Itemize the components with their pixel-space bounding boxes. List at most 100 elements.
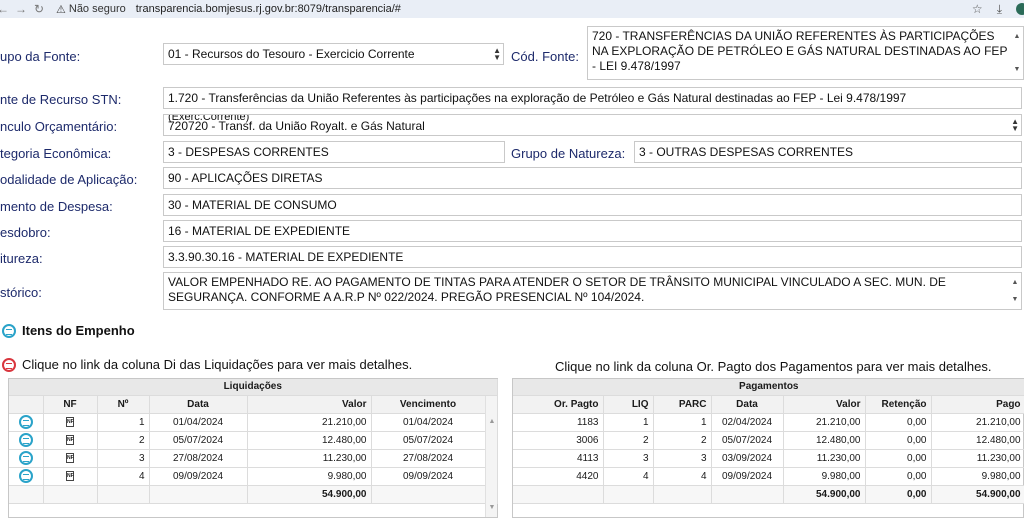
table-row: NF 2 05/07/2024 12.480,00 05/07/2024	[9, 431, 498, 450]
download-icon[interactable]: ⤓	[997, 2, 1002, 17]
elemento-value: 30 - MATERIAL DE CONSUMO	[168, 198, 337, 212]
itens-empenho-header[interactable]: Itens do Empenho	[2, 323, 135, 338]
pagamentos-table: Pagamentos Or. Pagto LIQ PARC Data Valor…	[512, 378, 1024, 518]
table-row: 4113 3 3 03/09/2024 11.230,00 0,00 11.23…	[513, 449, 1024, 468]
security-label: Não seguro	[68, 3, 126, 15]
nota-fiscal-icon[interactable]: NF	[66, 452, 74, 463]
cell-data: 09/09/2024	[711, 467, 784, 486]
col-vencimento[interactable]: Vencimento	[371, 395, 486, 414]
browser-actions: ☆ ⤓	[972, 0, 1024, 18]
cell-data: 03/09/2024	[711, 449, 784, 468]
scroll-down-icon[interactable]: ▼	[486, 504, 498, 511]
cell-valor: 9.980,00	[783, 467, 866, 486]
nota-fiscal-icon[interactable]: NF	[66, 416, 74, 427]
historico-textarea[interactable]: VALOR EMPENHADO RE. AO PAGAMENTO DE TINT…	[163, 272, 1022, 310]
col-data[interactable]: Data	[149, 395, 248, 414]
vinculo-select[interactable]: (Exerc.Corrente) 720720 - Transf. da Uni…	[163, 114, 1022, 136]
categoria-value: 3 - DESPESAS CORRENTES	[168, 145, 329, 159]
tipo-fonte-label: upo da Fonte:	[0, 49, 81, 64]
grupo-natureza-label: Grupo de Natureza:	[511, 146, 626, 161]
itens-empenho-title: Itens do Empenho	[22, 323, 135, 338]
pagamentos-caption: Pagamentos	[513, 379, 1024, 396]
cell-parc: 3	[653, 449, 712, 468]
cell-vencimento: 01/04/2024	[371, 413, 486, 432]
totals-row: 54.900,00	[9, 485, 498, 504]
desdobro-field: 16 - MATERIAL DE EXPEDIENTE	[163, 220, 1022, 242]
cell-valor: 21.210,00	[247, 413, 372, 432]
col-pago[interactable]: Pago	[931, 395, 1024, 414]
nota-fiscal-icon[interactable]: NF	[66, 470, 74, 481]
textarea-scroll-icon[interactable]: ▲ ▼	[1011, 275, 1019, 307]
fonte-recurso-stn-value: 1.720 - Transferências da União Referent…	[168, 91, 907, 105]
forward-icon[interactable]: →	[12, 2, 30, 16]
col-retencao[interactable]: Retenção	[865, 395, 932, 414]
cell-vencimento: 27/08/2024	[371, 449, 486, 468]
cell-numero: 1	[97, 413, 150, 432]
table-row: 3006 2 2 05/07/2024 12.480,00 0,00 12.48…	[513, 431, 1024, 450]
bookmark-star-icon[interactable]: ☆	[972, 2, 983, 16]
cell-numero: 4	[97, 467, 150, 486]
scroll-up-icon[interactable]: ▲	[486, 418, 498, 425]
cell-numero: 3	[97, 449, 150, 468]
cell-parc: 4	[653, 467, 712, 486]
textarea-scroll-icon[interactable]: ▲ ▼	[1013, 29, 1021, 77]
back-icon[interactable]: ←	[0, 2, 12, 16]
tipo-fonte-select[interactable]: 01 - Recursos do Tesouro - Exercicio Cor…	[163, 43, 504, 65]
nota-fiscal-icon[interactable]: NF	[66, 434, 74, 445]
cell-liq: 2	[603, 431, 654, 450]
col-data[interactable]: Data	[711, 395, 784, 414]
cell-pago: 9.980,00	[931, 467, 1024, 486]
pagamentos-total-retencao: 0,00	[865, 485, 932, 504]
security-indicator[interactable]: ⚠ Não seguro	[56, 3, 126, 16]
col-parc[interactable]: PARC	[653, 395, 712, 414]
details-icon[interactable]	[18, 469, 33, 483]
modalidade-value: 90 - APLICAÇÕES DIRETAS	[168, 171, 323, 185]
table-row: NF 4 09/09/2024 9.980,00 09/09/2024	[9, 467, 498, 486]
cell-or-pagto-link[interactable]: 1183	[513, 413, 604, 432]
cell-or-pagto-link[interactable]: 3006	[513, 431, 604, 450]
table-row: NF 3 27/08/2024 11.230,00 27/08/2024	[9, 449, 498, 468]
cell-pago: 21.210,00	[931, 413, 1024, 432]
cell-pago: 12.480,00	[931, 431, 1024, 450]
address-bar[interactable]: transparencia.bomjesus.rj.gov.br:8079/tr…	[136, 3, 401, 15]
cod-fonte-value: 720 - TRANSFERÊNCIAS DA UNIÃO REFERENTES…	[592, 29, 1008, 73]
col-liq[interactable]: LIQ	[603, 395, 654, 414]
historico-value: VALOR EMPENHADO RE. AO PAGAMENTO DE TINT…	[168, 275, 946, 304]
profile-avatar[interactable]	[1016, 3, 1024, 15]
fonte-recurso-stn-label: nte de Recurso STN:	[0, 92, 122, 107]
cell-valor: 11.230,00	[247, 449, 372, 468]
liquidacoes-caption: Liquidações	[9, 379, 498, 396]
table-row: 4420 4 4 09/09/2024 9.980,00 0,00 9.980,…	[513, 467, 1024, 486]
cell-valor: 11.230,00	[783, 449, 866, 468]
cell-or-pagto-link[interactable]: 4420	[513, 467, 604, 486]
reload-icon[interactable]: ↻	[30, 2, 48, 16]
liquidacoes-scrollbar[interactable]: ▲ ▼	[485, 396, 497, 517]
cell-data: 05/07/2024	[149, 431, 248, 450]
desdobro-label: esdobro:	[0, 225, 51, 240]
desdobro-value: 16 - MATERIAL DE EXPEDIENTE	[168, 224, 351, 238]
cell-or-pagto-link[interactable]: 4113	[513, 449, 604, 468]
col-nf[interactable]: NF	[43, 395, 98, 414]
pagamentos-total-valor: 54.900,00	[783, 485, 866, 504]
cell-data: 27/08/2024	[149, 449, 248, 468]
col-valor[interactable]: Valor	[783, 395, 866, 414]
pagamentos-total-pago: 54.900,00	[931, 485, 1024, 504]
vinculo-overlay-text: (Exerc.Corrente)	[168, 114, 250, 123]
cell-retencao: 0,00	[865, 431, 932, 450]
cod-fonte-textarea[interactable]: 720 - TRANSFERÊNCIAS DA UNIÃO REFERENTES…	[587, 26, 1024, 80]
cell-liq: 3	[603, 449, 654, 468]
details-icon[interactable]	[18, 451, 33, 465]
details-icon[interactable]	[18, 415, 33, 429]
details-icon[interactable]	[18, 433, 33, 447]
grupo-natureza-field: 3 - OUTRAS DESPESAS CORRENTES	[634, 141, 1022, 163]
modalidade-label: odalidade de Aplicação:	[0, 172, 138, 187]
cell-data: 05/07/2024	[711, 431, 784, 450]
col-or-pagto[interactable]: Or. Pagto	[513, 395, 604, 414]
col-numero[interactable]: Nº	[97, 395, 150, 414]
vinculo-label: nculo Orçamentário:	[0, 119, 118, 134]
col-valor[interactable]: Valor	[247, 395, 372, 414]
natureza-value: 3.3.90.30.16 - MATERIAL DE EXPEDIENTE	[168, 250, 404, 264]
historico-label: stórico:	[0, 285, 42, 300]
categoria-field: 3 - DESPESAS CORRENTES	[163, 141, 505, 163]
cell-valor: 9.980,00	[247, 467, 372, 486]
